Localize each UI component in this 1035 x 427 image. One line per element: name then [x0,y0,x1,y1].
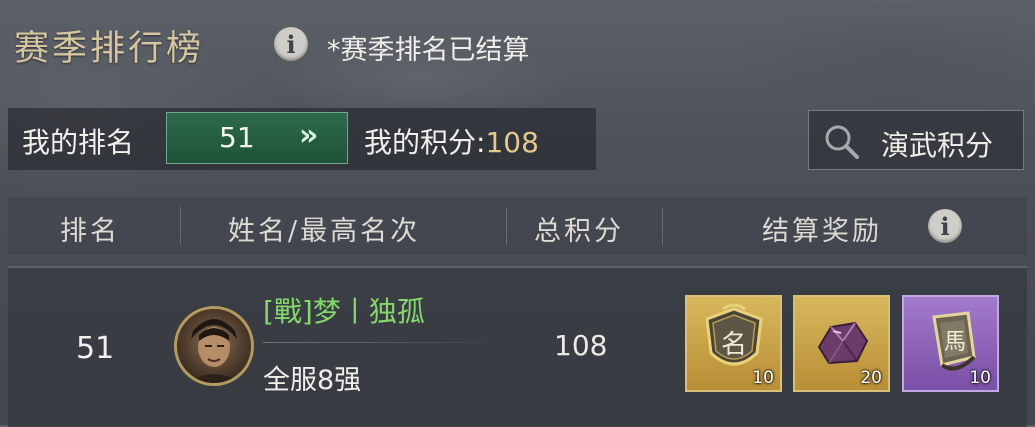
column-divider [506,207,507,245]
reward-count: 10 [752,368,774,388]
reward-count: 10 [969,368,991,388]
season-status-note: *赛季排名已结算 [327,35,530,66]
my-rank-value: 51 [219,121,255,154]
reward-item[interactable]: 馬 10 [902,295,999,392]
rewards-info-icon[interactable]: i [928,209,962,243]
player-portrait-icon [187,319,241,383]
column-divider [180,207,181,245]
my-score-label: 我的积分: [364,126,486,159]
martial-points-button[interactable]: 演武积分 [808,110,1024,170]
row-rank: 51 [76,331,115,366]
my-score-value: 108 [485,126,539,159]
info-icon[interactable]: i [274,27,308,61]
reward-item[interactable]: 20 [793,295,890,392]
column-divider [662,207,663,245]
table-row[interactable]: 51 [戰]梦丨独孤 全服8强 108 名 10 20 馬 10 [8,266,1027,427]
page-title: 赛季排行榜 [14,29,205,69]
my-rank-label: 我的排名 [22,126,135,159]
my-rank-panel: 我的排名 51 » 我的积分:108 [8,108,596,170]
reward-count: 20 [860,368,882,388]
svg-text:馬: 馬 [944,330,966,355]
column-header-score: 总积分 [534,216,624,247]
column-header-rewards: 结算奖励 [762,216,882,247]
table-header: 排名 姓名/最高名次 总积分 结算奖励 i [8,197,1027,255]
double-chevron-right-icon: » [299,118,319,153]
my-score: 我的积分:108 [364,121,539,161]
magnifier-icon [825,125,859,159]
martial-points-label: 演武积分 [881,129,994,162]
column-header-name: 姓名/最高名次 [228,216,421,247]
my-rank-button[interactable]: 51 » [166,112,348,164]
column-header-rank: 排名 [60,216,120,247]
svg-text:名: 名 [721,330,747,360]
reward-item[interactable]: 名 10 [685,295,782,392]
player-name[interactable]: [戰]梦丨独孤 [263,290,425,330]
row-score: 108 [554,329,608,362]
player-avatar[interactable] [174,306,254,386]
name-divider [263,342,508,343]
best-rank: 全服8强 [263,365,362,396]
